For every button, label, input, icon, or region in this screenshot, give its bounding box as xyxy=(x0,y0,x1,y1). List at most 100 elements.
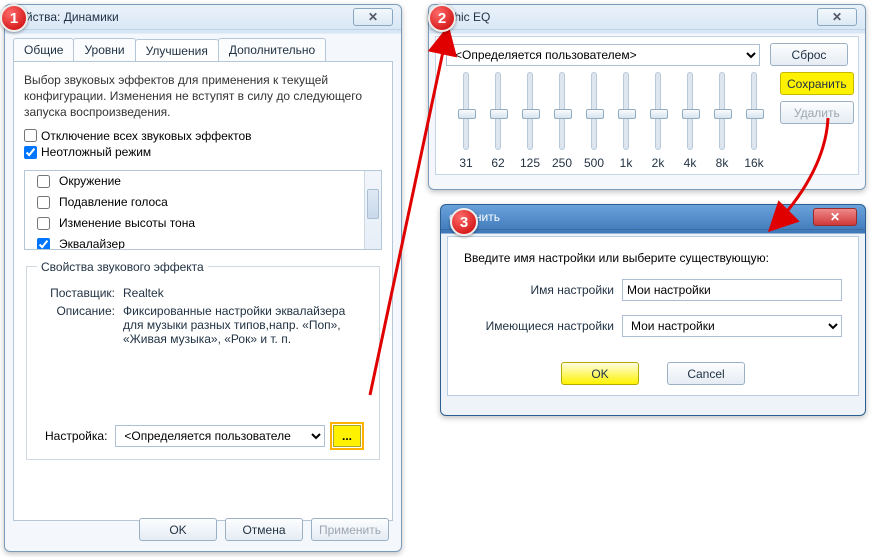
cancel-button[interactable]: Cancel xyxy=(667,362,745,385)
eq-slider-thumb[interactable] xyxy=(586,109,604,119)
close-icon[interactable]: ✕ xyxy=(353,8,393,26)
eq-slider-thumb[interactable] xyxy=(554,109,572,119)
eq-slider-4k[interactable] xyxy=(687,72,693,150)
w1-dialog-buttons: OK Отмена Применить xyxy=(139,518,389,541)
scrollbar[interactable] xyxy=(364,171,381,249)
reset-button[interactable]: Сброс xyxy=(770,43,848,66)
eq-band-31: 31 xyxy=(450,72,482,170)
eq-slider-125[interactable] xyxy=(527,72,533,150)
description-label: Описание: xyxy=(37,304,115,346)
effect-checkbox[interactable] xyxy=(37,238,50,250)
eq-band-label: 4k xyxy=(684,156,697,170)
effect-checkbox[interactable] xyxy=(37,217,50,230)
eq-band-8k: 8k xyxy=(706,72,738,170)
eq-band-label: 31 xyxy=(459,156,472,170)
save-button[interactable]: Сохранить xyxy=(780,72,854,95)
disable-all-label: Отключение всех звуковых эффектов xyxy=(41,129,252,143)
close-icon[interactable]: ✕ xyxy=(813,208,857,226)
existing-presets-label: Имеющиеся настройки xyxy=(464,319,614,333)
w2-titlebar[interactable]: raphic EQ ✕ xyxy=(429,5,865,30)
eq-slider-thumb[interactable] xyxy=(714,109,732,119)
effect-label: Изменение высоты тона xyxy=(59,216,195,230)
eq-slider-thumb[interactable] xyxy=(618,109,636,119)
provider-label: Поставщик: xyxy=(37,286,115,300)
apply-button[interactable]: Применить xyxy=(311,518,389,541)
w3-titlebar[interactable]: охранить ✕ xyxy=(441,205,865,230)
eq-slider-8k[interactable] xyxy=(719,72,725,150)
eq-slider-250[interactable] xyxy=(559,72,565,150)
eq-slider-thumb[interactable] xyxy=(682,109,700,119)
provider-value: Realtek xyxy=(123,286,369,300)
description-value: Фиксированные настройки эквалайзера для … xyxy=(123,304,369,346)
effect-label: Эквалайзер xyxy=(59,237,125,250)
step-badge-2: 2 xyxy=(428,4,456,32)
eq-band-500: 500 xyxy=(578,72,610,170)
scrollbar-thumb[interactable] xyxy=(367,189,379,219)
eq-slider-thumb[interactable] xyxy=(746,109,764,119)
eq-band-1k: 1k xyxy=(610,72,642,170)
eq-band-16k: 16k xyxy=(738,72,770,170)
preset-name-label: Имя настройки xyxy=(464,283,614,297)
effect-label: Подавление голоса xyxy=(59,195,168,209)
speakers-properties-window: войства: Динамики ✕ ОбщиеУровниУлучшения… xyxy=(4,4,402,552)
disable-all-effects-input[interactable] xyxy=(24,129,37,142)
eq-band-label: 8k xyxy=(716,156,729,170)
eq-band-2k: 2k xyxy=(642,72,674,170)
step-badge-1: 1 xyxy=(0,4,28,32)
effect-properties-legend: Свойства звукового эффекта xyxy=(37,260,208,274)
eq-band-label: 1k xyxy=(620,156,633,170)
close-icon[interactable]: ✕ xyxy=(817,8,857,26)
effect-properties-group: Свойства звукового эффекта Поставщик: Re… xyxy=(26,260,380,460)
immediate-mode-checkbox[interactable]: Неотложный режим xyxy=(24,145,151,159)
save-preset-dialog: охранить ✕ Введите имя настройки или выб… xyxy=(440,204,866,416)
eq-band-62: 62 xyxy=(482,72,514,170)
existing-presets-dropdown[interactable]: Мои настройки xyxy=(622,315,842,337)
eq-slider-31[interactable] xyxy=(463,72,469,150)
tab-общие[interactable]: Общие xyxy=(13,38,74,61)
setting-label: Настройка: xyxy=(45,429,107,443)
effects-listbox[interactable]: Окружение Подавление голоса Изменение высо… xyxy=(24,170,382,250)
eq-slider-16k[interactable] xyxy=(751,72,757,150)
eq-slider-thumb[interactable] xyxy=(490,109,508,119)
save-dialog-prompt: Введите имя настройки или выберите сущес… xyxy=(464,251,842,265)
list-item[interactable]: Эквалайзер xyxy=(25,234,381,250)
eq-slider-thumb[interactable] xyxy=(458,109,476,119)
step-badge-3: 3 xyxy=(450,208,478,236)
tab-улучшения[interactable]: Улучшения xyxy=(135,39,219,62)
delete-button[interactable]: Удалить xyxy=(780,101,854,124)
eq-band-label: 500 xyxy=(584,156,604,170)
immediate-mode-label: Неотложный режим xyxy=(41,145,151,159)
eq-band-4k: 4k xyxy=(674,72,706,170)
w1-titlebar[interactable]: войства: Динамики ✕ xyxy=(5,5,401,30)
cancel-button[interactable]: Отмена xyxy=(225,518,303,541)
w1-title: войства: Динамики xyxy=(13,6,119,29)
setting-dropdown[interactable]: <Определяется пользователе xyxy=(115,425,325,447)
eq-slider-2k[interactable] xyxy=(655,72,661,150)
ok-button[interactable]: OK xyxy=(139,518,217,541)
preset-name-input[interactable] xyxy=(622,279,842,301)
setting-ellipsis-button[interactable]: ... xyxy=(333,425,361,447)
eq-band-label: 2k xyxy=(652,156,665,170)
eq-bands: 31621252505001k2k4k8k16k xyxy=(446,72,774,170)
eq-slider-500[interactable] xyxy=(591,72,597,150)
list-item[interactable]: Изменение высоты тона xyxy=(25,213,381,234)
list-item[interactable]: Подавление голоса xyxy=(25,192,381,213)
eq-band-label: 125 xyxy=(520,156,540,170)
eq-slider-thumb[interactable] xyxy=(650,109,668,119)
intro-text: Выбор звуковых эффектов для применения к… xyxy=(24,72,382,121)
eq-band-label: 62 xyxy=(491,156,504,170)
eq-preset-dropdown[interactable]: <Определяется пользователем> xyxy=(446,44,760,66)
eq-slider-thumb[interactable] xyxy=(522,109,540,119)
eq-slider-1k[interactable] xyxy=(623,72,629,150)
immediate-mode-input[interactable] xyxy=(24,146,37,159)
tab-уровни[interactable]: Уровни xyxy=(73,38,135,61)
effect-checkbox[interactable] xyxy=(37,175,50,188)
tabs: ОбщиеУровниУлучшенияДополнительно xyxy=(13,38,393,61)
tab-дополнительно[interactable]: Дополнительно xyxy=(218,38,326,61)
graphic-eq-window: raphic EQ ✕ <Определяется пользователем>… xyxy=(428,4,866,190)
eq-slider-62[interactable] xyxy=(495,72,501,150)
disable-all-effects-checkbox[interactable]: Отключение всех звуковых эффектов xyxy=(24,129,252,143)
list-item[interactable]: Окружение xyxy=(25,171,381,192)
ok-button[interactable]: OK xyxy=(561,362,639,385)
effect-checkbox[interactable] xyxy=(37,196,50,209)
